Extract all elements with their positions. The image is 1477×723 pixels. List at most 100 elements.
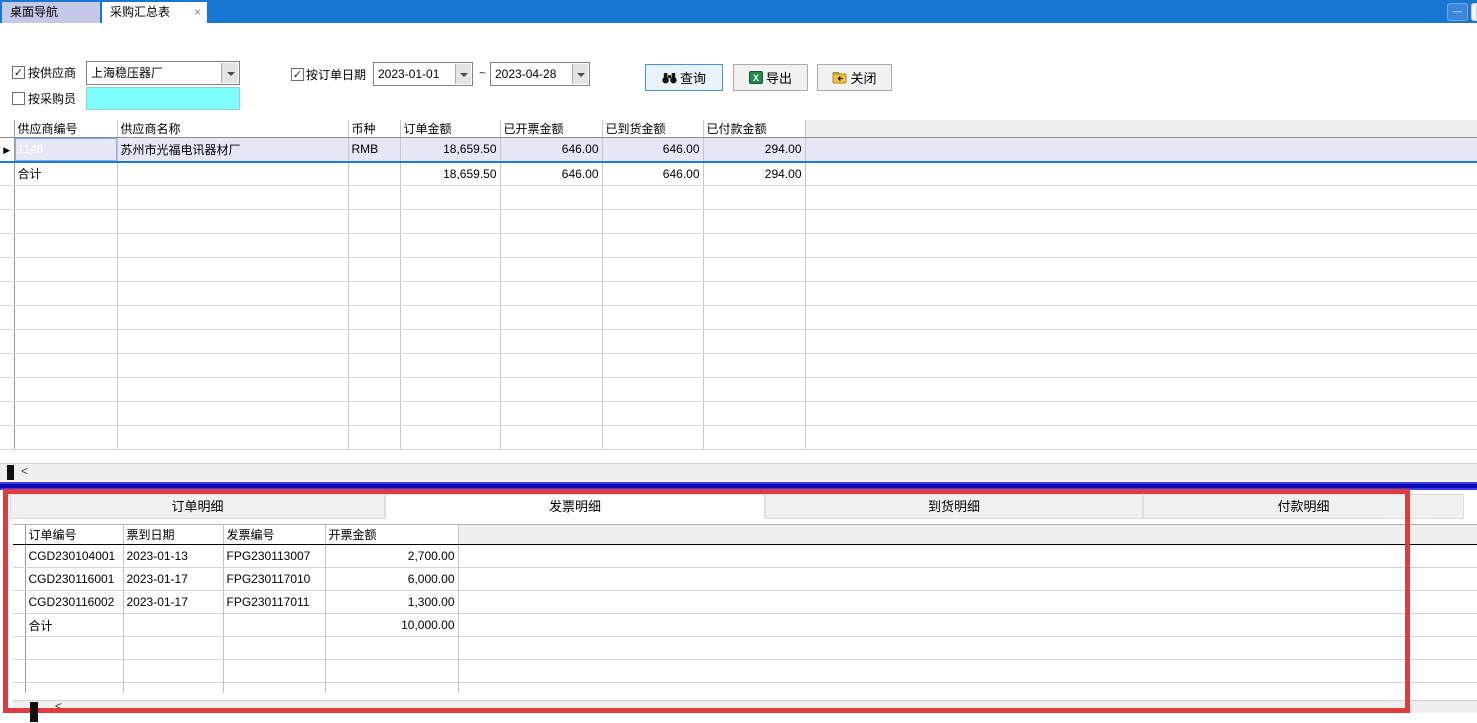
header-invoice-date[interactable]: 票到日期 xyxy=(123,525,223,545)
empty-row xyxy=(0,378,1477,402)
tab-arrival-detail[interactable]: 到货明细 xyxy=(765,494,1143,519)
cell-invoice-no[interactable]: FPG230117010 xyxy=(223,568,325,591)
row-indicator-icon: ▶ xyxy=(3,145,10,155)
chevron-down-icon xyxy=(460,73,468,77)
cell-invoice-no[interactable]: FPG230117011 xyxy=(223,591,325,614)
summary-hscrollbar[interactable] xyxy=(0,463,1477,481)
query-button-label: 查询 xyxy=(680,68,706,87)
empty-row xyxy=(0,402,1477,426)
header-currency[interactable]: 币种 xyxy=(348,120,400,138)
by-buyer-label: 按采购员 xyxy=(28,92,76,106)
header-paid-amount[interactable]: 已付款金额 xyxy=(703,120,805,138)
tab-desktop-nav-label: 桌面导航 xyxy=(10,5,58,19)
empty-row xyxy=(0,282,1477,306)
cell-order-amount[interactable]: 18,659.50 xyxy=(400,138,500,162)
empty-row xyxy=(0,354,1477,378)
cell-received-amount[interactable]: 646.00 xyxy=(602,138,703,162)
invoice-total-amount: 10,000.00 xyxy=(325,614,458,637)
supplier-dropdown-button[interactable] xyxy=(221,63,238,83)
header-order-amount[interactable]: 订单金额 xyxy=(400,120,500,138)
tab-purchase-summary[interactable]: 采购汇总表 × xyxy=(102,2,207,23)
export-button-label: 导出 xyxy=(766,68,792,87)
cell-order-no[interactable]: CGD230116002 xyxy=(25,591,123,614)
minimize-button[interactable]: — xyxy=(1447,3,1468,21)
date-to-dropdown-button[interactable] xyxy=(572,64,588,84)
tab-order-detail[interactable]: 订单明细 xyxy=(10,494,385,519)
invoice-hscrollbar[interactable] xyxy=(13,700,1477,713)
buyer-input[interactable] xyxy=(86,87,240,110)
supplier-combobox[interactable]: 上海稳压器厂 xyxy=(86,61,240,85)
total-order-amount: 18,659.50 xyxy=(400,162,500,186)
cell-order-no[interactable]: CGD230116001 xyxy=(25,568,123,591)
empty-row xyxy=(13,637,1477,660)
invoice-row[interactable]: CGD230104001 2023-01-13 FPG230113007 2,7… xyxy=(13,545,1477,568)
tab-purchase-summary-label: 采购汇总表 xyxy=(110,5,170,19)
cell-supplier-name[interactable]: 苏州市光福电讯器材厂 xyxy=(117,138,348,162)
header-supplier-name[interactable]: 供应商名称 xyxy=(117,120,348,138)
header-invoice-amount[interactable]: 开票金额 xyxy=(325,525,458,545)
check-icon: ✓ xyxy=(14,67,23,79)
date-range-separator: ~ xyxy=(479,66,486,80)
exit-folder-icon xyxy=(832,71,847,84)
tab-invoice-detail[interactable]: 发票明细 xyxy=(385,494,765,519)
cell-invoice-amount[interactable]: 2,700.00 xyxy=(325,545,458,568)
cell-invoice-date[interactable]: 2023-01-17 xyxy=(123,591,223,614)
cell-invoice-amount[interactable]: 6,000.00 xyxy=(325,568,458,591)
empty-row xyxy=(0,426,1477,450)
empty-row xyxy=(13,660,1477,683)
date-from-picker[interactable]: 2023-01-01 xyxy=(373,62,473,86)
chevron-down-icon xyxy=(577,73,585,77)
cell-invoice-no[interactable]: FPG230113007 xyxy=(223,545,325,568)
close-button[interactable]: 关闭 xyxy=(817,64,892,91)
export-button[interactable]: X 导出 xyxy=(733,64,808,91)
summary-total-row: 合计 18,659.50 646.00 646.00 294.00 xyxy=(0,162,1477,186)
cell-invoice-date[interactable]: 2023-01-13 xyxy=(123,545,223,568)
scroll-left-icon[interactable]: < xyxy=(21,464,28,478)
date-to-picker[interactable]: 2023-04-28 xyxy=(490,62,590,86)
header-received-amount[interactable]: 已到货金额 xyxy=(602,120,703,138)
check-icon: ✓ xyxy=(293,69,302,81)
minimize-icon: — xyxy=(1453,6,1462,16)
tab-payment-detail[interactable]: 付款明细 xyxy=(1143,494,1464,519)
header-invoiced-amount[interactable]: 已开票金额 xyxy=(500,120,602,138)
cell-paid-amount[interactable]: 294.00 xyxy=(703,138,805,162)
by-order-date-label: 按订单日期 xyxy=(306,68,366,82)
tab-desktop-nav[interactable]: 桌面导航 xyxy=(2,2,100,23)
header-supplier-id[interactable]: 供应商编号 xyxy=(14,120,117,138)
by-buyer-checkbox[interactable] xyxy=(12,92,25,105)
total-invoiced-amount: 646.00 xyxy=(500,162,602,186)
total-paid-amount: 294.00 xyxy=(703,162,805,186)
window-button-partial[interactable] xyxy=(1471,3,1477,21)
close-tab-icon[interactable]: × xyxy=(194,2,201,23)
empty-row xyxy=(0,306,1477,330)
invoice-hscrollbar-thumb[interactable] xyxy=(30,702,38,722)
scroll-left-icon[interactable]: < xyxy=(55,699,62,713)
cell-invoice-date[interactable]: 2023-01-17 xyxy=(123,568,223,591)
cell-order-no[interactable]: CGD230104001 xyxy=(25,545,123,568)
by-supplier-checkbox[interactable]: ✓ xyxy=(12,66,25,79)
by-order-date-checkbox[interactable]: ✓ xyxy=(291,68,304,81)
cell-currency[interactable]: RMB xyxy=(348,138,400,162)
cell-invoiced-amount[interactable]: 646.00 xyxy=(500,138,602,162)
detail-tabstrip: 订单明细 发票明细 到货明细 付款明细 xyxy=(10,494,1464,519)
date-from-dropdown-button[interactable] xyxy=(455,64,471,84)
app-window: 桌面导航 采购汇总表 × — ✓ 按供应商 上海稳压器厂 按采购员 ✓ 按订单日… xyxy=(0,0,1477,723)
date-to-value: 2023-04-28 xyxy=(495,63,569,85)
summary-hscrollbar-thumb[interactable] xyxy=(7,465,14,480)
supplier-value: 上海稳压器厂 xyxy=(91,62,219,84)
header-order-no[interactable]: 订单编号 xyxy=(25,525,123,545)
panel-splitter[interactable] xyxy=(0,482,1477,490)
header-invoice-no[interactable]: 发票编号 xyxy=(223,525,325,545)
invoice-row[interactable]: CGD230116002 2023-01-17 FPG230117011 1,3… xyxy=(13,591,1477,614)
empty-row xyxy=(0,330,1477,354)
svg-text:X: X xyxy=(753,73,759,83)
excel-icon: X xyxy=(749,71,763,84)
cell-supplier-id[interactable]: 1148 xyxy=(14,138,117,162)
cell-invoice-amount[interactable]: 1,300.00 xyxy=(325,591,458,614)
invoice-total-label: 合计 xyxy=(25,614,123,637)
binoculars-icon xyxy=(662,71,677,84)
query-button[interactable]: 查询 xyxy=(645,64,723,91)
invoice-row[interactable]: CGD230116001 2023-01-17 FPG230117010 6,0… xyxy=(13,568,1477,591)
empty-row xyxy=(0,234,1477,258)
summary-row-selected[interactable]: ▶ 1148 苏州市光福电讯器材厂 RMB 18,659.50 646.00 6… xyxy=(0,138,1477,162)
